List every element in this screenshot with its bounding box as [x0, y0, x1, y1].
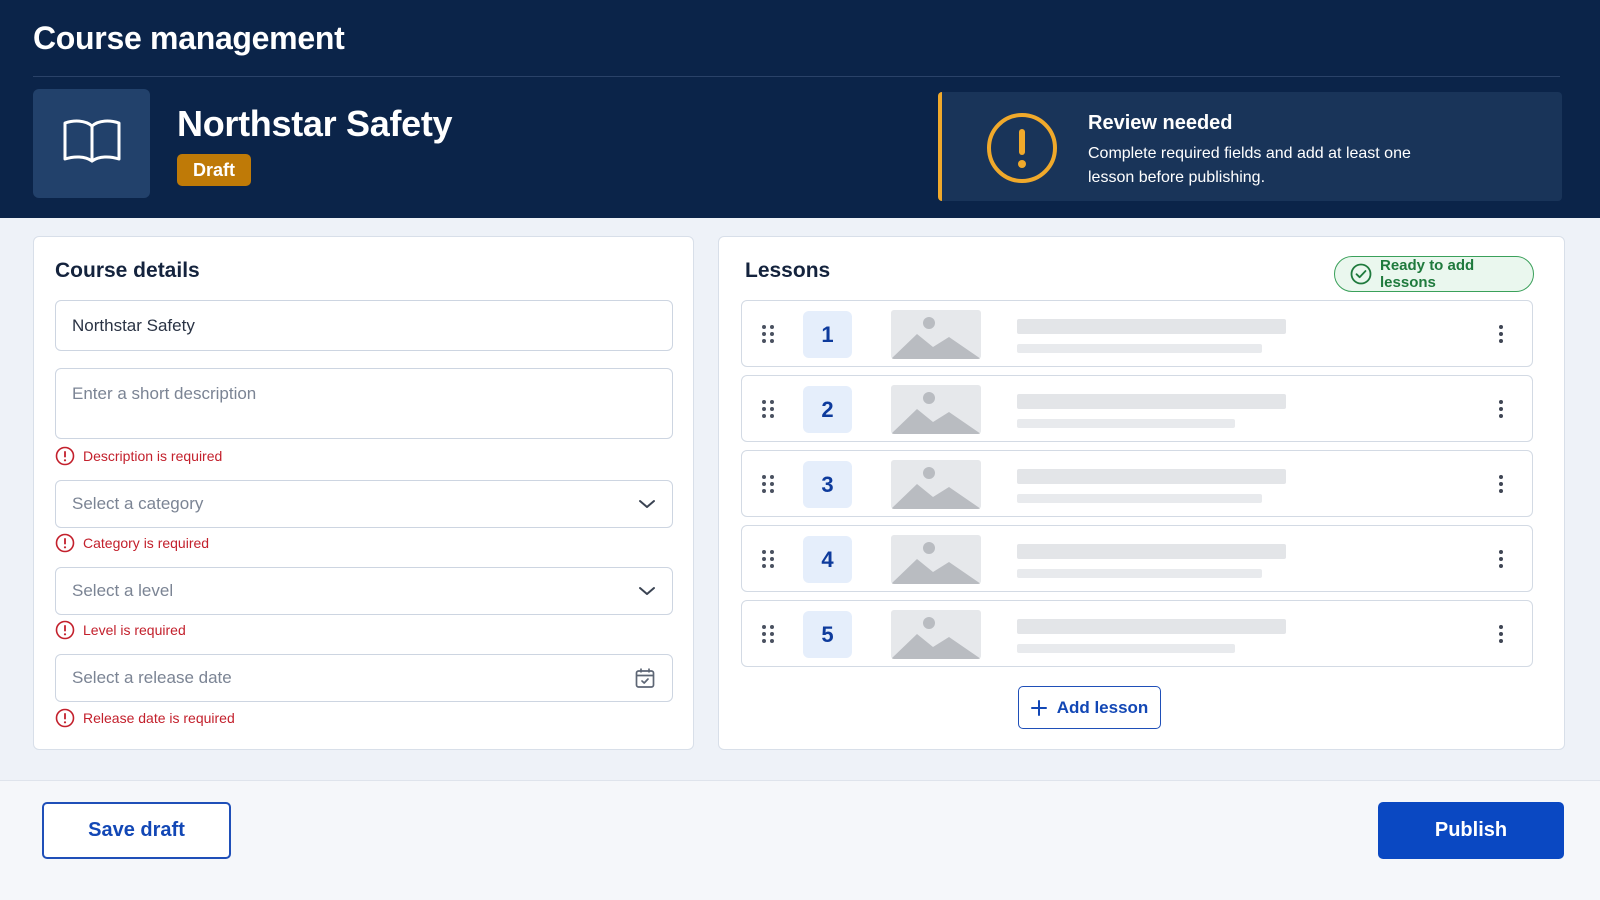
book-icon	[62, 117, 122, 170]
release-date-error: Release date is required	[55, 708, 235, 728]
description-field[interactable]: Enter a short description	[55, 368, 673, 439]
warning-icon	[986, 112, 1058, 189]
lesson-number: 3	[803, 461, 852, 508]
skeleton-title	[1017, 319, 1286, 334]
action-footer: Save draft Publish	[0, 780, 1600, 900]
lessons-title: Lessons	[745, 259, 831, 282]
ready-status-text: Ready to add lessons	[1380, 257, 1475, 291]
lesson-row[interactable]: 5	[741, 600, 1533, 667]
category-placeholder: Select a category	[72, 494, 204, 513]
header-divider	[33, 76, 1560, 77]
image-placeholder-icon	[891, 460, 981, 509]
calendar-icon[interactable]	[634, 667, 656, 689]
lesson-number: 1	[803, 311, 852, 358]
image-placeholder-icon	[891, 535, 981, 584]
description-placeholder: Enter a short description	[72, 384, 257, 403]
status-badge: Draft	[177, 154, 252, 186]
lesson-row[interactable]: 4	[741, 525, 1533, 592]
skeleton-title	[1017, 394, 1286, 409]
chevron-down-icon	[638, 498, 656, 510]
course-name: Northstar Safety	[177, 103, 453, 144]
more-options-icon[interactable]	[1498, 324, 1504, 344]
add-lesson-label: Add lesson	[1056, 697, 1149, 717]
error-icon	[55, 708, 75, 728]
page-header: Course management Northstar Safety Draft…	[0, 0, 1600, 218]
release-date-field[interactable]: Select a release date	[55, 654, 673, 702]
plus-icon	[1030, 699, 1047, 716]
more-options-icon[interactable]	[1498, 474, 1504, 494]
level-error-text: Level is required	[83, 622, 186, 638]
release-date-placeholder: Select a release date	[72, 668, 232, 687]
skeleton-title	[1017, 544, 1286, 559]
drag-handle-icon[interactable]	[761, 399, 775, 419]
course-name-value: Northstar Safety	[72, 315, 195, 335]
skeleton-subtitle	[1017, 494, 1262, 503]
image-placeholder-icon	[891, 610, 981, 659]
course-thumbnail	[33, 89, 150, 198]
lesson-row[interactable]: 2	[741, 375, 1533, 442]
drag-handle-icon[interactable]	[761, 549, 775, 569]
category-error: Category is required	[55, 533, 209, 553]
skeleton-title	[1017, 619, 1286, 634]
skeleton-subtitle	[1017, 344, 1262, 353]
drag-handle-icon[interactable]	[761, 324, 775, 344]
description-error: Description is required	[55, 446, 222, 466]
more-options-icon[interactable]	[1498, 624, 1504, 644]
image-placeholder-icon	[891, 385, 981, 434]
ready-status-badge: Ready to add lessons	[1334, 256, 1534, 292]
image-placeholder-icon	[891, 310, 981, 359]
error-icon	[55, 446, 75, 466]
error-icon	[55, 620, 75, 640]
level-error: Level is required	[55, 620, 186, 640]
course-name-field[interactable]: Northstar Safety	[55, 300, 673, 351]
more-options-icon[interactable]	[1498, 549, 1504, 569]
lesson-number: 4	[803, 536, 852, 583]
level-select[interactable]: Select a level	[55, 567, 673, 615]
drag-handle-icon[interactable]	[761, 624, 775, 644]
add-lesson-button[interactable]: Add lesson	[1018, 686, 1161, 729]
skeleton-title	[1017, 469, 1286, 484]
release-date-error-text: Release date is required	[83, 710, 235, 726]
page-title: Course management	[33, 20, 345, 56]
skeleton-subtitle	[1017, 644, 1235, 653]
check-circle-icon	[1350, 263, 1372, 285]
skeleton-subtitle	[1017, 569, 1262, 578]
category-error-text: Category is required	[83, 535, 210, 551]
review-title: Review needed	[1088, 112, 1233, 134]
lesson-number: 5	[803, 611, 852, 658]
drag-handle-icon[interactable]	[761, 474, 775, 494]
lesson-number: 2	[803, 386, 852, 433]
description-error-text: Description is required	[83, 448, 223, 464]
lesson-row[interactable]: 3	[741, 450, 1533, 517]
error-icon	[55, 533, 75, 553]
chevron-down-icon	[638, 585, 656, 597]
lessons-panel: Lessons Ready to add lessons 1 2 3 4 5 A…	[718, 236, 1565, 750]
publish-button[interactable]: Publish	[1378, 802, 1564, 859]
course-details-panel: Course details Northstar Safety Enter a …	[33, 236, 694, 750]
review-alert: Review needed Complete required fields a…	[938, 92, 1562, 201]
category-select[interactable]: Select a category	[55, 480, 673, 528]
skeleton-subtitle	[1017, 419, 1235, 428]
lesson-row[interactable]: 1	[741, 300, 1533, 367]
more-options-icon[interactable]	[1498, 399, 1504, 419]
review-message: Complete required fields and add at leas…	[1088, 145, 1411, 186]
save-draft-button[interactable]: Save draft	[42, 802, 231, 859]
level-placeholder: Select a level	[72, 581, 174, 600]
course-details-title: Course details	[55, 259, 200, 282]
